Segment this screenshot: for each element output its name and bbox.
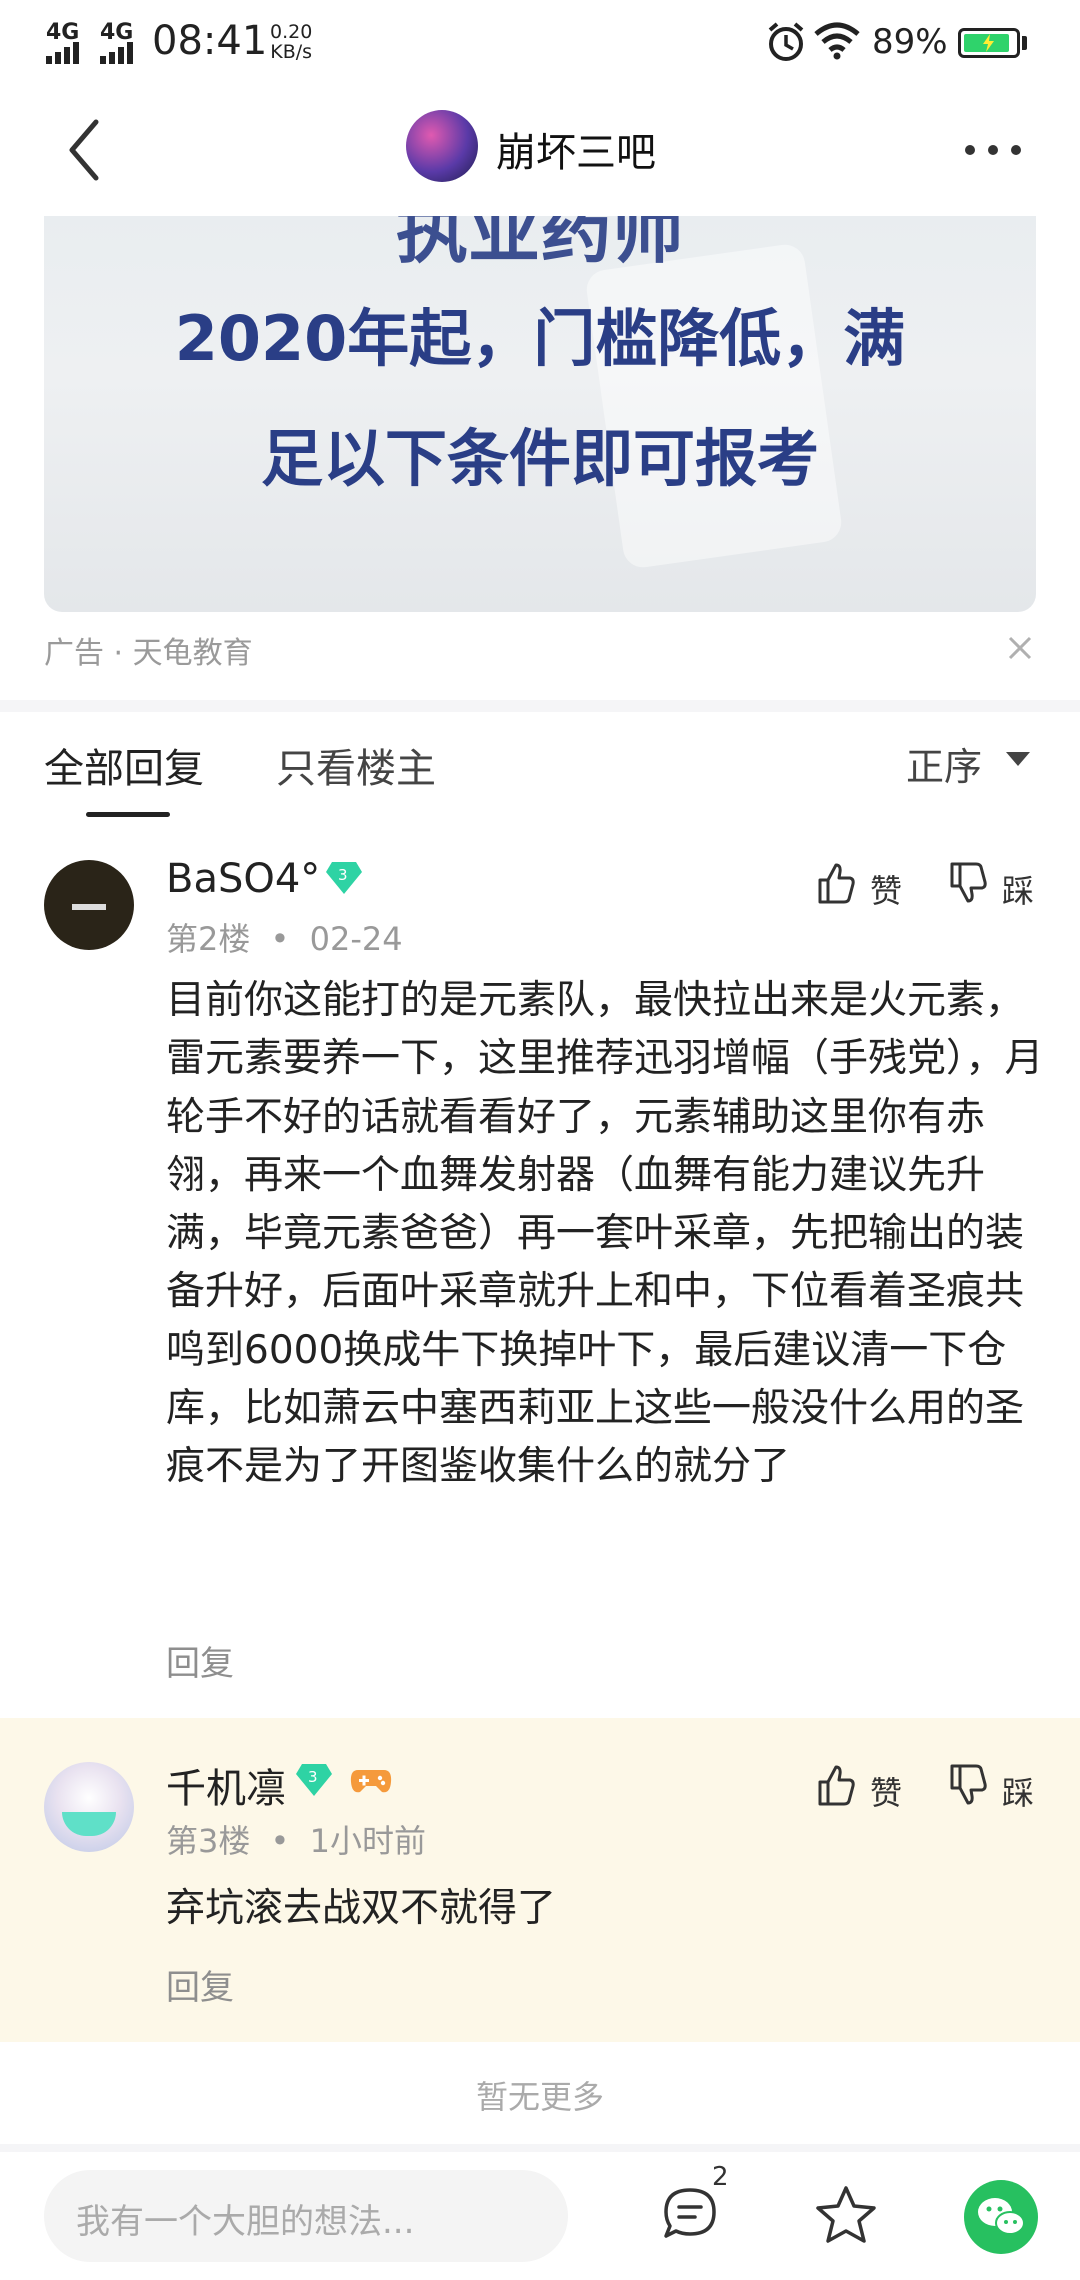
level-badge: 3 [326, 862, 362, 898]
tab-all-replies[interactable]: 全部回复 [44, 736, 204, 794]
battery-tip [1022, 36, 1027, 50]
charging-bolt-icon [983, 34, 994, 52]
reply-content: 弃坑滚去战双不就得了 [166, 1886, 557, 1931]
reply-content: 目前你这能打的是元素队，最快拉出来是火元素，雷元素要养一下，这里推荐迅羽增幅（手… [166, 978, 1044, 1490]
avatar[interactable] [44, 860, 134, 950]
battery-percent: 89% [872, 22, 948, 62]
ad-banner-image[interactable]: 执业药师 2020年起，门槛降低，满 足以下条件即可报考 [44, 216, 1036, 612]
wechat-icon [978, 2198, 1025, 2235]
post-time: 02-24 [309, 920, 403, 958]
more-options-icon[interactable] [962, 140, 1024, 160]
like-button[interactable]: 赞 [870, 1768, 902, 1814]
network-speed: 0.20 KB/s [270, 22, 312, 62]
comment-icon[interactable] [662, 2186, 718, 2242]
star-favorite-icon[interactable] [814, 2184, 878, 2246]
ad-line-2: 2020年起，门槛降低，满 [174, 302, 906, 375]
level-badge: 3 [296, 1764, 332, 1800]
signal-bars-2-icon [100, 42, 133, 64]
post-time: 1小时前 [309, 1822, 426, 1860]
gamepad-badge-icon [350, 1770, 392, 1793]
thumbs-up-icon[interactable] [816, 862, 856, 904]
wifi-icon [814, 22, 860, 60]
comment-input[interactable]: 我有一个大胆的想法... [44, 2170, 568, 2262]
speed-unit: KB/s [270, 41, 313, 63]
ad-line-3: 足以下条件即可报考 [260, 422, 819, 495]
ad-source-label: 广告 · 天龟教育 [44, 636, 253, 671]
caret-down-icon [1006, 752, 1030, 766]
floor-meta: 第2楼 • 02-24 [166, 920, 403, 958]
signal-bars-icon [46, 42, 79, 64]
ad-close-icon[interactable] [1008, 636, 1032, 660]
speed-value: 0.20 [270, 21, 313, 43]
comment-input-placeholder: 我有一个大胆的想法... [76, 2202, 415, 2242]
bottom-divider [0, 2144, 1080, 2152]
forum-avatar[interactable] [406, 110, 478, 182]
back-button[interactable] [66, 118, 102, 182]
like-button[interactable]: 赞 [870, 866, 902, 912]
tab-only-op[interactable]: 只看楼主 [276, 736, 436, 794]
avatar-decoration [72, 904, 106, 910]
battery-icon [958, 28, 1020, 58]
clock: 08:41 [152, 18, 268, 64]
comment-count-badge: 2 [712, 2162, 729, 2192]
thumbs-up-icon[interactable] [816, 1764, 856, 1806]
tab-active-indicator [86, 812, 170, 817]
dislike-button[interactable]: 踩 [1002, 866, 1034, 912]
floor-meta: 第3楼 • 1小时前 [166, 1822, 426, 1860]
avatar[interactable] [44, 1762, 134, 1852]
username[interactable]: BaSO4° [166, 856, 320, 902]
forum-title[interactable]: 崩坏三吧 [496, 120, 656, 178]
thumbs-down-icon[interactable] [948, 1764, 988, 1806]
thumbs-down-icon[interactable] [948, 862, 988, 904]
reply-button[interactable]: 回复 [166, 1960, 234, 2009]
avatar-mask-decoration [62, 1812, 116, 1836]
ad-line-1: 执业药师 [395, 216, 684, 273]
sort-order-button[interactable]: 正序 [906, 736, 982, 791]
level-number: 3 [338, 866, 348, 884]
section-divider [0, 700, 1080, 712]
dislike-button[interactable]: 踩 [1002, 1768, 1034, 1814]
no-more-label: 暂无更多 [475, 2078, 604, 2116]
reply-button[interactable]: 回复 [166, 1636, 234, 1685]
level-number: 3 [308, 1768, 318, 1786]
wechat-share-button[interactable] [964, 2180, 1038, 2254]
floor-number: 第3楼 [166, 1822, 251, 1860]
alarm-icon [768, 22, 804, 61]
username[interactable]: 千机凛 [166, 1756, 286, 1814]
floor-number: 第2楼 [166, 920, 251, 958]
